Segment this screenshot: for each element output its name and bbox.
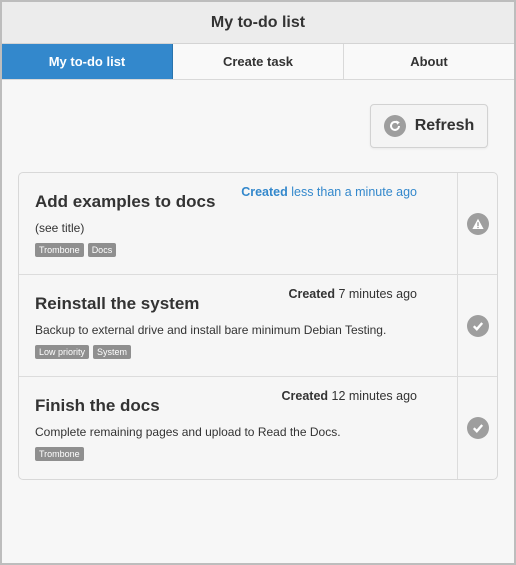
task-list: Created less than a minute ago Add examp…	[18, 172, 498, 480]
task-status-button[interactable]	[457, 173, 497, 274]
task-description: Backup to external drive and install bar…	[35, 323, 387, 337]
created-timestamp: Created 12 minutes ago	[281, 389, 417, 403]
refresh-button[interactable]: Refresh	[370, 104, 488, 148]
created-timestamp: Created 7 minutes ago	[288, 287, 417, 301]
task-item-link[interactable]: Created less than a minute ago Add examp…	[19, 173, 457, 274]
tab-about[interactable]: About	[344, 44, 514, 79]
alert-icon	[466, 212, 489, 235]
refresh-icon	[383, 115, 406, 137]
list-item: Created 12 minutes ago Finish the docs C…	[19, 377, 497, 479]
tab-create-task[interactable]: Create task	[173, 44, 344, 79]
tag: Docs	[87, 243, 117, 257]
check-icon	[466, 314, 489, 337]
task-item-link[interactable]: Created 7 minutes ago Reinstall the syst…	[19, 275, 457, 376]
task-status-button[interactable]	[457, 275, 497, 376]
tag: Low priority	[35, 345, 90, 359]
tag: Trombone	[35, 447, 84, 461]
tag: Trombone	[35, 243, 84, 257]
tag-list: Low priority System	[35, 345, 441, 359]
tab-my-todo-list[interactable]: My to-do list	[2, 44, 173, 79]
task-description: Complete remaining pages and upload to R…	[35, 425, 341, 439]
list-item: Created 7 minutes ago Reinstall the syst…	[19, 275, 497, 377]
tag-list: Trombone Docs	[35, 243, 441, 257]
toolbar: Refresh	[2, 80, 514, 172]
task-description: (see title)	[35, 221, 85, 235]
tab-bar: My to-do list Create task About	[2, 44, 514, 80]
page-title: My to-do list	[2, 2, 514, 44]
task-status-button[interactable]	[457, 377, 497, 479]
tag-list: Trombone	[35, 447, 441, 461]
tag: System	[93, 345, 132, 359]
task-item-link[interactable]: Created 12 minutes ago Finish the docs C…	[19, 377, 457, 479]
app-window: My to-do list My to-do list Create task …	[0, 0, 516, 565]
list-item: Created less than a minute ago Add examp…	[19, 173, 497, 275]
check-icon	[466, 417, 489, 439]
refresh-label: Refresh	[414, 117, 475, 134]
created-timestamp: Created less than a minute ago	[241, 185, 417, 199]
